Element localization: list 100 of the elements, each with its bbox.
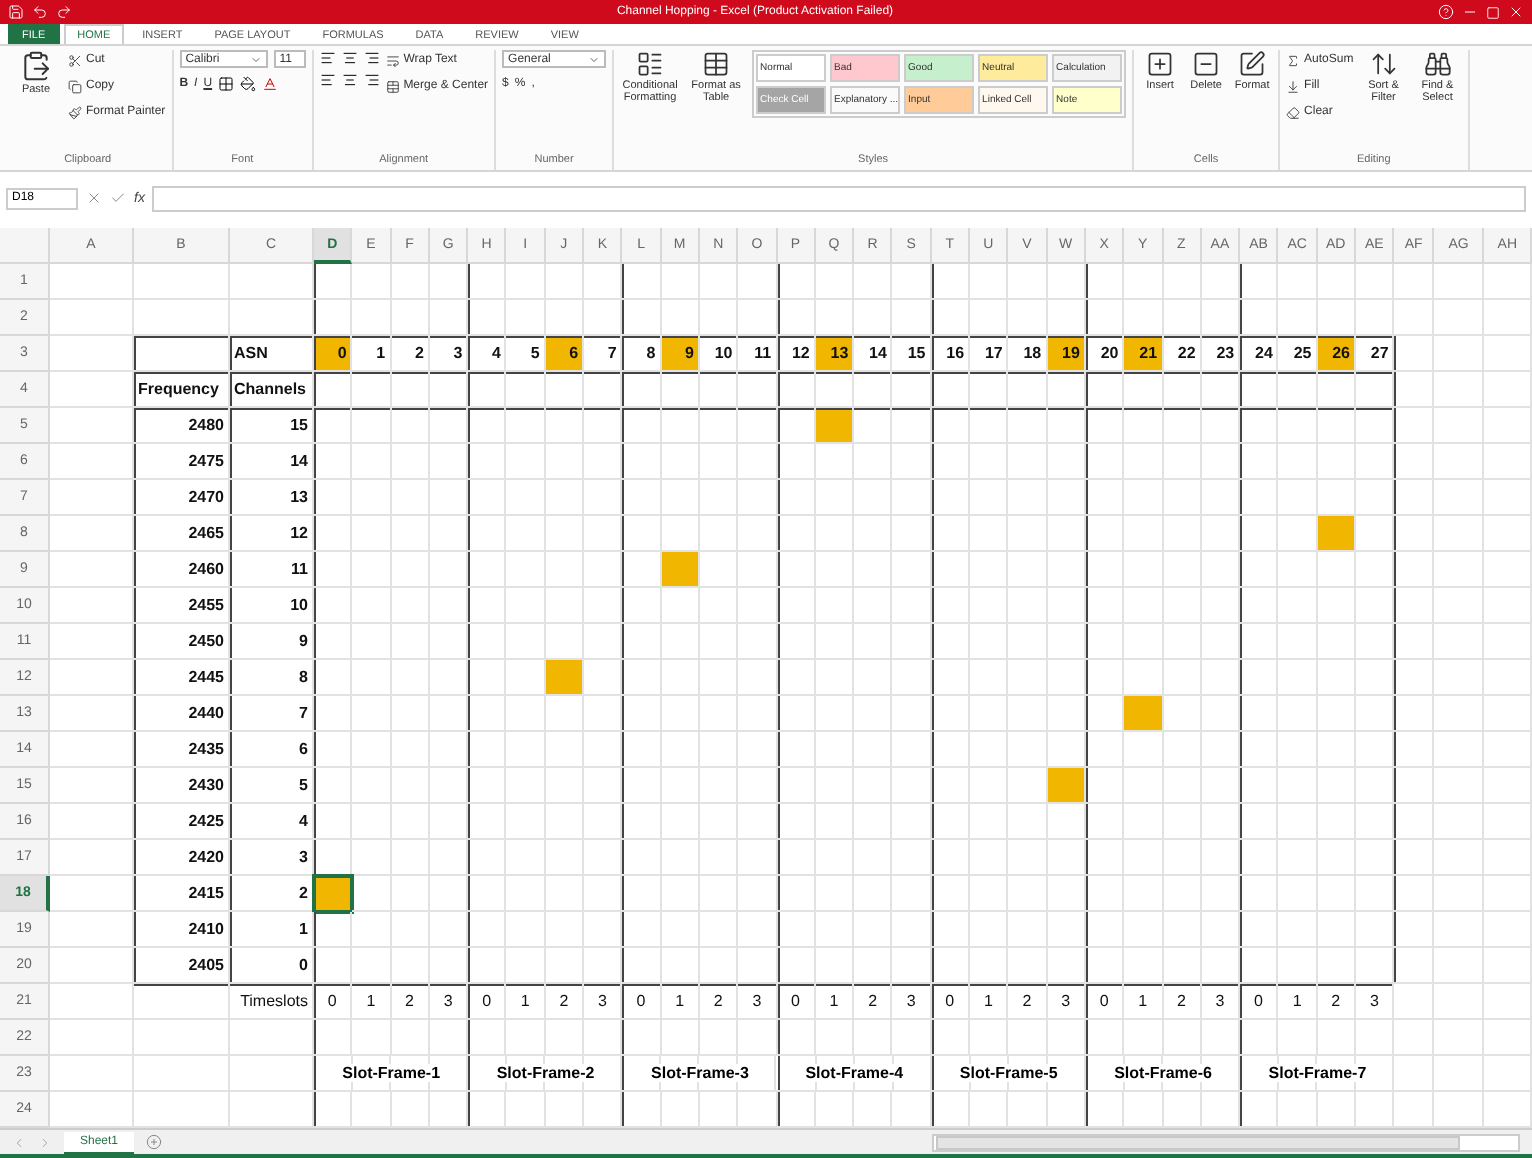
asn-cell: 15 bbox=[892, 336, 932, 372]
channel-cell: 8 bbox=[230, 660, 314, 696]
check-icon bbox=[110, 190, 126, 206]
slot-frame-label: Slot-Frame-6 bbox=[1112, 1064, 1214, 1082]
asn-cell: 22 bbox=[1163, 336, 1202, 372]
frequency-cell: 2435 bbox=[134, 732, 230, 768]
wrap-text-icon bbox=[385, 53, 400, 67]
timeslot-cell: 3 bbox=[584, 984, 623, 1020]
frequency-cell: 2410 bbox=[134, 912, 230, 948]
timeslot-cell: 3 bbox=[1356, 984, 1395, 1020]
asn-cell: 8 bbox=[622, 336, 662, 372]
redo-icon bbox=[56, 4, 72, 20]
timeslot-cell: 0 bbox=[1085, 984, 1125, 1020]
timeslot-cell: 0 bbox=[931, 984, 971, 1020]
frequency-cell: 2460 bbox=[134, 552, 230, 588]
asn-cell: 4 bbox=[468, 336, 507, 372]
timeslot-cell: 3 bbox=[1201, 984, 1241, 1020]
asn-cell: 19 bbox=[1047, 336, 1086, 372]
binoculars-icon bbox=[1423, 50, 1452, 78]
maximize-icon bbox=[1486, 5, 1500, 19]
asn-heading: ASN bbox=[230, 336, 314, 372]
frequency-cell: 2450 bbox=[134, 624, 230, 660]
frequency-cell: 2415 bbox=[134, 876, 230, 912]
list-icon bbox=[636, 50, 665, 78]
borders-icon bbox=[218, 76, 235, 92]
timeslot-cell: 2 bbox=[854, 984, 893, 1020]
frequency-cell: 2455 bbox=[134, 588, 230, 624]
frequency-cell: 2420 bbox=[134, 840, 230, 876]
asn-cell: 12 bbox=[777, 336, 816, 372]
asn-cell: 9 bbox=[661, 336, 700, 372]
timeslot-cell: 1 bbox=[1124, 984, 1164, 1020]
minus-square-icon bbox=[1192, 50, 1221, 78]
clipboard-icon bbox=[20, 50, 52, 82]
align-right-icon bbox=[363, 50, 380, 66]
slot-frame-label: Slot-Frame-2 bbox=[494, 1064, 597, 1082]
chevron-right-icon bbox=[38, 1135, 52, 1149]
dropdown-icon bbox=[588, 53, 601, 65]
timeslot-cell: 3 bbox=[892, 984, 932, 1020]
pen-square-icon bbox=[1238, 50, 1267, 78]
asn-cell: 14 bbox=[854, 336, 893, 372]
asn-cell: 10 bbox=[699, 336, 739, 372]
timeslot-cell: 3 bbox=[429, 984, 469, 1020]
scissors-icon bbox=[68, 53, 82, 67]
asn-cell: 20 bbox=[1085, 336, 1125, 372]
frequency-heading: Frequency bbox=[134, 372, 230, 408]
frequency-cell: 2405 bbox=[134, 948, 230, 984]
font-color-icon bbox=[262, 76, 279, 92]
arrow-down-icon bbox=[1286, 79, 1301, 93]
timeslot-cell: 1 bbox=[506, 984, 546, 1020]
select-all-corner[interactable] bbox=[0, 228, 50, 264]
horizontal-scrollbar[interactable] bbox=[932, 1133, 1520, 1151]
asn-cell: 3 bbox=[429, 336, 469, 372]
slot-frame-label: Slot-Frame-7 bbox=[1266, 1064, 1369, 1082]
channel-cell: 14 bbox=[230, 444, 314, 480]
timeslot-cell: 1 bbox=[661, 984, 700, 1020]
frequency-cell: 2440 bbox=[134, 696, 230, 732]
channel-cell: 5 bbox=[230, 768, 314, 804]
timeslot-cell: 3 bbox=[738, 984, 778, 1020]
timeslot-cell: 1 bbox=[970, 984, 1009, 1020]
align-left-icon bbox=[319, 72, 336, 88]
timeslot-cell: 3 bbox=[1047, 984, 1086, 1020]
asn-cell: 7 bbox=[584, 336, 623, 372]
channel-cell: 10 bbox=[230, 588, 314, 624]
frequency-cell: 2430 bbox=[134, 768, 230, 804]
timeslot-cell: 0 bbox=[314, 984, 353, 1020]
asn-cell: 27 bbox=[1356, 336, 1395, 372]
asn-cell: 6 bbox=[545, 336, 585, 372]
channel-cell: 13 bbox=[230, 480, 314, 516]
timeslot-cell: 0 bbox=[622, 984, 662, 1020]
timeslot-cell: 2 bbox=[1163, 984, 1202, 1020]
formula-field[interactable] bbox=[152, 185, 1526, 211]
timeslot-cell: 1 bbox=[1278, 984, 1318, 1020]
timeslots-heading: Timeslots bbox=[230, 984, 314, 1020]
copy-icon bbox=[68, 79, 82, 93]
channel-cell: 15 bbox=[230, 408, 314, 444]
paint-bucket-icon bbox=[240, 76, 257, 92]
asn-cell: 24 bbox=[1240, 336, 1279, 372]
asn-cell: 21 bbox=[1124, 336, 1164, 372]
dropdown-icon bbox=[249, 53, 262, 65]
add-sheet-icon bbox=[146, 1134, 163, 1150]
timeslot-cell: 0 bbox=[468, 984, 507, 1020]
timeslot-cell: 1 bbox=[815, 984, 855, 1020]
plus-square-icon bbox=[1146, 50, 1175, 78]
channel-cell: 11 bbox=[230, 552, 314, 588]
asn-cell: 13 bbox=[815, 336, 855, 372]
frequency-cell: 2465 bbox=[134, 516, 230, 552]
asn-cell: 17 bbox=[970, 336, 1009, 372]
channels-heading: Channels bbox=[230, 372, 314, 408]
align-center-icon bbox=[341, 72, 358, 88]
frequency-cell: 2480 bbox=[134, 408, 230, 444]
channel-cell: 7 bbox=[230, 696, 314, 732]
channel-cell: 0 bbox=[230, 948, 314, 984]
slot-frame-label: Slot-Frame-3 bbox=[649, 1064, 751, 1082]
channel-cell: 6 bbox=[230, 732, 314, 768]
channel-cell: 1 bbox=[230, 912, 314, 948]
timeslot-cell: 0 bbox=[1240, 984, 1279, 1020]
asn-cell: 2 bbox=[391, 336, 430, 372]
asn-cell: 1 bbox=[352, 336, 392, 372]
timeslot-cell: 2 bbox=[545, 984, 585, 1020]
align-left-icon bbox=[319, 50, 336, 66]
